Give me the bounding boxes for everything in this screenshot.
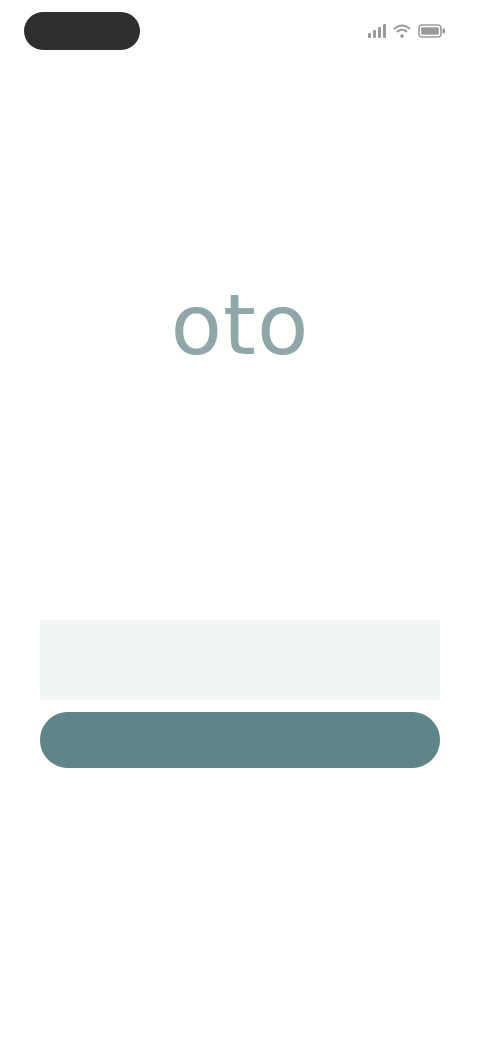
email-card bbox=[40, 620, 440, 700]
status-time bbox=[24, 12, 140, 50]
continue-button[interactable] bbox=[40, 712, 440, 768]
logo-text: oto bbox=[170, 276, 310, 374]
logo: oto bbox=[0, 270, 480, 380]
email-field[interactable] bbox=[66, 637, 414, 683]
wifi-icon bbox=[393, 24, 411, 38]
signal-bars-icon bbox=[368, 24, 386, 38]
status-icons bbox=[368, 22, 446, 40]
status-bar bbox=[0, 0, 480, 64]
battery-icon bbox=[418, 24, 446, 38]
